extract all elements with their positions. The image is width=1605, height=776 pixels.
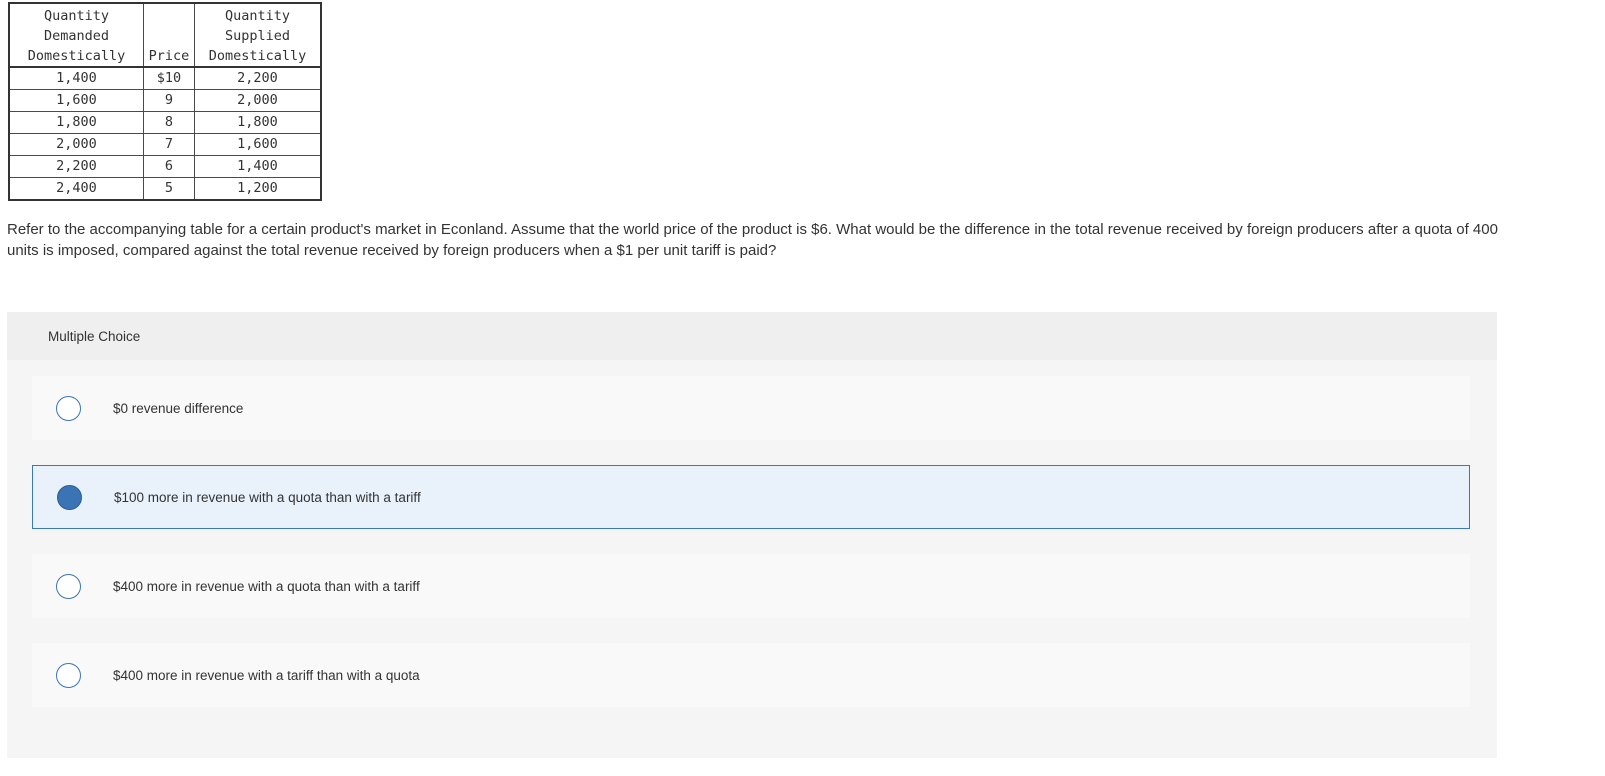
cell-price: 6 bbox=[143, 155, 195, 178]
cell-quantity-demanded: 2,400 bbox=[8, 177, 144, 201]
answer-option-label: $0 revenue difference bbox=[113, 400, 244, 416]
table-row: 2,200 6 1,400 bbox=[8, 155, 322, 178]
cell-price: $10 bbox=[143, 66, 195, 90]
header-line: Price bbox=[148, 48, 190, 64]
cell-quantity-supplied: 1,600 bbox=[194, 133, 322, 156]
header-line: Domestically bbox=[208, 48, 307, 64]
header-price: Price bbox=[143, 2, 195, 68]
answer-option-label: $100 more in revenue with a quota than w… bbox=[114, 489, 421, 505]
radio-button-icon[interactable] bbox=[56, 573, 81, 599]
cell-quantity-supplied: 1,800 bbox=[194, 111, 322, 134]
table-row: 2,000 7 1,600 bbox=[8, 133, 322, 156]
answer-option-3[interactable]: $400 more in revenue with a quota than w… bbox=[32, 554, 1470, 618]
cell-quantity-demanded: 1,400 bbox=[8, 66, 144, 90]
cell-quantity-supplied: 1,200 bbox=[194, 177, 322, 201]
answer-option-label: $400 more in revenue with a tariff than … bbox=[113, 667, 420, 683]
cell-quantity-demanded: 2,200 bbox=[8, 155, 144, 178]
multiple-choice-panel: Multiple Choice $0 revenue difference $1… bbox=[7, 312, 1497, 758]
answer-option-1[interactable]: $0 revenue difference bbox=[32, 376, 1470, 440]
header-quantity-supplied: Quantity Supplied Domestically bbox=[194, 2, 322, 68]
cell-quantity-supplied: 2,200 bbox=[194, 66, 322, 90]
cell-price: 8 bbox=[143, 111, 195, 134]
table-header-row: Quantity Demanded Domestically Price Qua… bbox=[8, 2, 322, 68]
cell-quantity-supplied: 2,000 bbox=[194, 89, 322, 112]
header-line: Supplied bbox=[224, 28, 291, 44]
cell-quantity-demanded: 1,800 bbox=[8, 111, 144, 134]
table-row: 1,400 $10 2,200 bbox=[8, 66, 322, 90]
header-quantity-demanded: Quantity Demanded Domestically bbox=[8, 2, 144, 68]
header-line: Quantity bbox=[224, 8, 291, 24]
answer-option-4[interactable]: $400 more in revenue with a tariff than … bbox=[32, 643, 1470, 707]
table-row: 1,600 9 2,000 bbox=[8, 89, 322, 112]
answer-option-2[interactable]: $100 more in revenue with a quota than w… bbox=[32, 465, 1470, 529]
question-prompt: Refer to the accompanying table for a ce… bbox=[7, 221, 1498, 259]
answer-option-label: $400 more in revenue with a quota than w… bbox=[113, 578, 420, 594]
table-row: 2,400 5 1,200 bbox=[8, 177, 322, 201]
cell-quantity-demanded: 2,000 bbox=[8, 133, 144, 156]
radio-button-icon[interactable] bbox=[56, 395, 81, 421]
cell-price: 9 bbox=[143, 89, 195, 112]
header-line: Demanded bbox=[43, 28, 110, 44]
radio-button-icon[interactable] bbox=[57, 484, 82, 510]
market-data-table: Quantity Demanded Domestically Price Qua… bbox=[8, 2, 322, 201]
cell-price: 5 bbox=[143, 177, 195, 201]
radio-button-icon[interactable] bbox=[56, 662, 81, 688]
header-line: Domestically bbox=[27, 48, 126, 64]
table-row: 1,800 8 1,800 bbox=[8, 111, 322, 134]
cell-price: 7 bbox=[143, 133, 195, 156]
cell-quantity-demanded: 1,600 bbox=[8, 89, 144, 112]
multiple-choice-header: Multiple Choice bbox=[7, 312, 1497, 360]
header-line: Quantity bbox=[43, 8, 110, 24]
cell-quantity-supplied: 1,400 bbox=[194, 155, 322, 178]
